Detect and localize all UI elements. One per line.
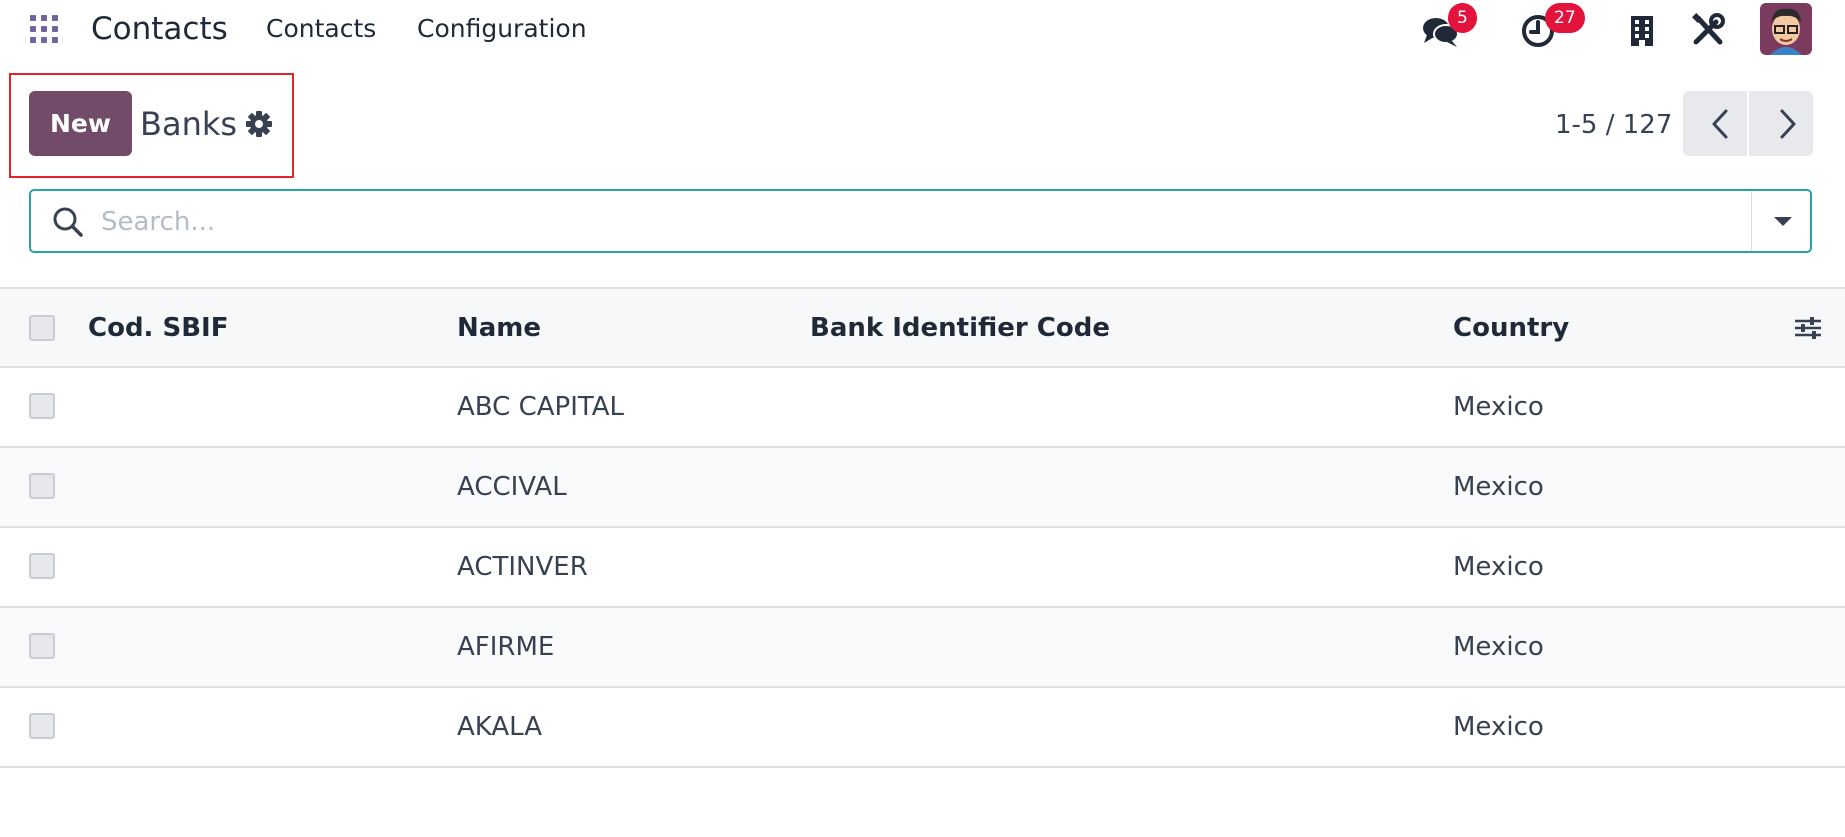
row-checkbox[interactable] bbox=[29, 473, 55, 499]
column-header-bic[interactable]: Bank Identifier Code bbox=[810, 311, 1110, 345]
cell-country: Mexico bbox=[1453, 392, 1544, 422]
gear-icon[interactable] bbox=[244, 109, 274, 139]
table-row[interactable]: ACCIVAL Mexico bbox=[0, 448, 1845, 528]
row-checkbox[interactable] bbox=[29, 633, 55, 659]
table-row[interactable]: ABC CAPITAL Mexico bbox=[0, 368, 1845, 448]
app-brand[interactable]: Contacts bbox=[91, 8, 228, 50]
pager-value[interactable]: 1-5 / 127 bbox=[1555, 108, 1672, 142]
top-navbar: Contacts Contacts Configuration 5 27 bbox=[0, 0, 1845, 58]
select-all-checkbox[interactable] bbox=[29, 315, 55, 341]
cell-name: ACTINVER bbox=[457, 552, 588, 582]
table-row[interactable]: AKALA Mexico bbox=[0, 688, 1845, 768]
table-row[interactable]: ACTINVER Mexico bbox=[0, 528, 1845, 608]
page-title[interactable]: Banks bbox=[140, 104, 237, 144]
column-header-country[interactable]: Country bbox=[1453, 311, 1569, 345]
cell-country: Mexico bbox=[1453, 632, 1544, 662]
pager-previous-button[interactable] bbox=[1683, 91, 1747, 156]
debug-tools-button[interactable] bbox=[1686, 8, 1730, 52]
cell-country: Mexico bbox=[1453, 472, 1544, 502]
column-header-name[interactable]: Name bbox=[457, 311, 541, 345]
cell-country: Mexico bbox=[1453, 712, 1544, 742]
row-checkbox[interactable] bbox=[29, 393, 55, 419]
menu-item-contacts[interactable]: Contacts bbox=[266, 12, 376, 46]
cell-name: ACCIVAL bbox=[457, 472, 567, 502]
banks-table: Cod. SBIF Name Bank Identifier Code Coun… bbox=[0, 287, 1845, 768]
pager-next-button[interactable] bbox=[1749, 91, 1813, 156]
new-button[interactable]: New bbox=[29, 91, 132, 156]
building-icon bbox=[1631, 16, 1653, 46]
user-avatar[interactable] bbox=[1760, 3, 1812, 55]
tools-icon bbox=[1692, 13, 1725, 45]
row-checkbox[interactable] bbox=[29, 713, 55, 739]
chevron-left-icon bbox=[1712, 109, 1728, 139]
cell-country: Mexico bbox=[1453, 552, 1544, 582]
caret-down-icon bbox=[1774, 217, 1792, 226]
column-header-cod-sbif[interactable]: Cod. SBIF bbox=[88, 311, 228, 345]
cell-name: AFIRME bbox=[457, 632, 555, 662]
table-row[interactable]: AFIRME Mexico bbox=[0, 608, 1845, 688]
activities-badge: 27 bbox=[1545, 3, 1585, 33]
search-bar bbox=[29, 189, 1812, 253]
search-input[interactable] bbox=[99, 199, 1703, 245]
messages-badge: 5 bbox=[1448, 3, 1477, 33]
column-settings-icon[interactable] bbox=[1793, 313, 1823, 343]
cell-name: ABC CAPITAL bbox=[457, 392, 625, 422]
apps-grid-icon[interactable] bbox=[30, 15, 58, 43]
cell-name: AKALA bbox=[457, 712, 543, 742]
company-switch-button[interactable] bbox=[1620, 8, 1664, 52]
search-icon bbox=[53, 207, 83, 237]
search-options-toggle[interactable] bbox=[1751, 191, 1810, 251]
table-header: Cod. SBIF Name Bank Identifier Code Coun… bbox=[0, 287, 1845, 368]
chevron-right-icon bbox=[1780, 109, 1796, 139]
row-checkbox[interactable] bbox=[29, 553, 55, 579]
menu-item-configuration[interactable]: Configuration bbox=[417, 12, 587, 46]
